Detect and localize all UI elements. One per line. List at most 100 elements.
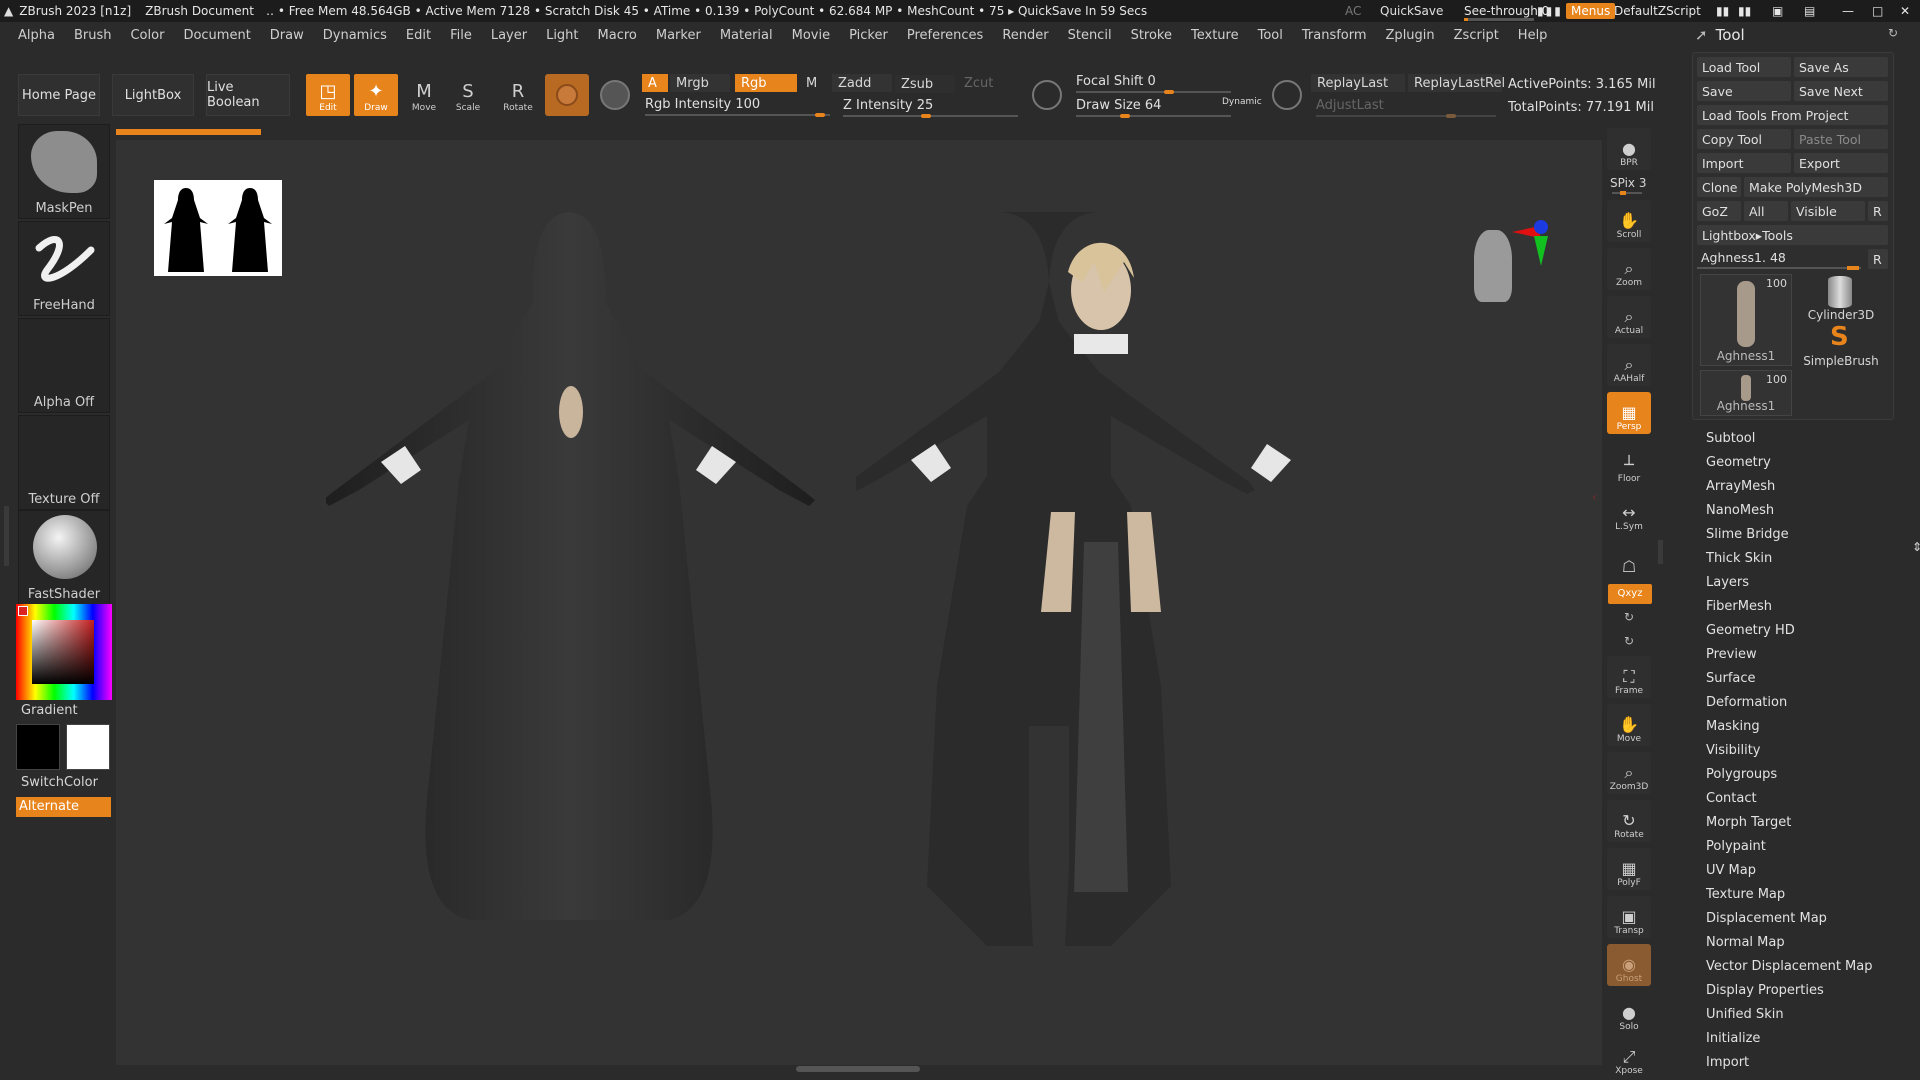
section-uv-map[interactable]: UV Map [1706,863,1756,878]
zoom3d-button[interactable]: ⌕ Zoom3D [1607,752,1651,794]
draw-mode-button[interactable]: ✦ Draw [354,74,398,116]
section-unified-skin[interactable]: Unified Skin [1706,1007,1784,1022]
section-polypaint[interactable]: Polypaint [1706,839,1766,854]
aahalf-button[interactable]: ⌕ AAHalf [1607,344,1651,386]
menu-draw[interactable]: Draw [270,28,304,43]
a-toggle[interactable]: A [642,74,668,92]
menu-stencil[interactable]: Stencil [1068,28,1112,43]
layout-switch2-icon[interactable]: ▮▮ [1738,4,1751,18]
mrgb-toggle[interactable]: Mrgb [670,74,730,92]
rotate-mode-button[interactable]: R Rotate [496,74,540,116]
section-slime-bridge[interactable]: Slime Bridge [1706,527,1789,542]
menu-light[interactable]: Light [546,28,578,43]
section-surface[interactable]: Surface [1706,671,1756,686]
lightbox-tools-button[interactable]: Lightbox▸Tools [1697,225,1888,245]
frame-button[interactable]: ⛶ Frame [1607,656,1651,698]
tool-thumb-cylinder3d[interactable]: Cylinder3D [1798,274,1884,322]
make-polymesh3d-button[interactable]: Make PolyMesh3D [1744,177,1888,197]
menu-texture[interactable]: Texture [1191,28,1239,43]
edit-mode-button[interactable]: ◳ Edit [306,74,350,116]
gradient-label[interactable]: Gradient [21,703,78,718]
material-swatch[interactable] [545,74,589,116]
spix-slider[interactable] [1612,191,1642,195]
save-as-button[interactable]: Save As [1794,57,1888,77]
maskpen-brush-slot[interactable]: MaskPen [18,124,110,219]
rgb-intensity-slider[interactable] [645,113,830,117]
draw-size-slider[interactable] [1076,114,1231,118]
right-tray-handle[interactable] [1658,540,1663,564]
current-tool-slider[interactable]: Aghness1. 48 [1697,249,1861,270]
section-import[interactable]: Import [1706,1055,1749,1070]
layout-switch-icon[interactable]: ▮▮ [1716,4,1729,18]
polyf-button[interactable]: ▦ PolyF [1607,848,1651,890]
switchcolor-label[interactable]: SwitchColor [21,775,98,790]
tool-thumb-aghness1-secondary[interactable]: 100 Aghness1 [1700,370,1792,416]
window-layout-icon[interactable]: ▣ [1772,4,1783,18]
texture-slot[interactable]: Texture Off [18,415,110,510]
move-view-button[interactable]: ✋ Move [1607,704,1651,746]
xpose-button[interactable]: ⤢ Xpose [1607,1036,1651,1078]
menu-color[interactable]: Color [130,28,164,43]
menu-material[interactable]: Material [720,28,773,43]
adjust-last-slider[interactable] [1316,114,1496,118]
rgb-toggle[interactable]: Rgb [735,74,797,92]
menu-alpha[interactable]: Alpha [18,28,55,43]
menu-document[interactable]: Document [183,28,250,43]
menu-zscript[interactable]: Zscript [1454,28,1499,43]
section-normal-map[interactable]: Normal Map [1706,935,1785,950]
menu-stroke[interactable]: Stroke [1131,28,1172,43]
zcut-toggle[interactable]: Zcut [958,74,1012,92]
spix-label[interactable]: SPix 3 [1610,176,1646,190]
floor-button[interactable]: ┴ Floor [1607,444,1651,486]
actual-button[interactable]: ⌕ Actual [1607,296,1651,338]
alpha-slot[interactable]: Alpha Off [18,318,110,413]
replay-last-rel-button[interactable]: ReplayLastRel [1408,74,1505,92]
menu-help[interactable]: Help [1518,28,1548,43]
goz-r-button[interactable]: R [1868,201,1888,221]
menu-layer[interactable]: Layer [491,28,527,43]
lsym-button[interactable]: ↔ L.Sym [1607,492,1651,534]
lock-button[interactable]: ☖ [1607,536,1651,578]
panel-refresh-icon[interactable]: ↻ [1888,26,1898,40]
bottom-tray-handle[interactable] [796,1066,920,1072]
default-zscript-button[interactable]: DefaultZScript [1614,4,1701,18]
section-morph-target[interactable]: Morph Target [1706,815,1791,830]
section-fibermesh[interactable]: FiberMesh [1706,599,1772,614]
orientation-gizmo[interactable] [1468,202,1548,312]
sculptris-pro-icon[interactable] [1032,80,1062,110]
menu-edit[interactable]: Edit [406,28,431,43]
minimize-icon[interactable]: — [1842,4,1854,18]
lightbox-button[interactable]: LightBox [112,74,194,116]
menus-button[interactable]: Menus [1566,3,1616,19]
layout-icon[interactable]: ▮▮▮ [1537,4,1563,18]
solo-button[interactable]: ● Solo [1607,992,1651,1034]
canvas-viewport[interactable]: ‹ [116,140,1602,1072]
menu-dynamics[interactable]: Dynamics [323,28,387,43]
menu-file[interactable]: File [450,28,472,43]
section-arraymesh[interactable]: ArrayMesh [1706,479,1775,494]
home-page-button[interactable]: Home Page [18,74,100,116]
left-tray-handle[interactable] [4,506,9,566]
zadd-toggle[interactable]: Zadd [832,74,892,92]
section-layers[interactable]: Layers [1706,575,1749,590]
menu-movie[interactable]: Movie [792,28,830,43]
menu-picker[interactable]: Picker [849,28,888,43]
menu-transform[interactable]: Transform [1302,28,1367,43]
transp-button[interactable]: ▣ Transp [1607,896,1651,938]
rotate-view-button[interactable]: ↻ Rotate [1607,800,1651,842]
scale-mode-button[interactable]: S Scale [446,74,490,116]
copy-tool-button[interactable]: Copy Tool [1697,129,1791,149]
lazy-mouse-icon[interactable] [1272,80,1302,110]
tool-thumb-simplebrush[interactable]: S SimpleBrush [1798,322,1884,368]
section-masking[interactable]: Masking [1706,719,1760,734]
zsub-toggle[interactable]: Zsub [895,75,955,93]
rotate-z-icon[interactable]: ↻ [1624,634,1634,648]
import-button[interactable]: Import [1697,153,1791,173]
brush-stroke-icon[interactable] [600,80,630,110]
menu-marker[interactable]: Marker [656,28,701,43]
secondary-color-swatch[interactable] [66,724,110,770]
section-deformation[interactable]: Deformation [1706,695,1787,710]
section-geometry[interactable]: Geometry [1706,455,1771,470]
current-tool-r-button[interactable]: R [1868,249,1888,269]
color-picker[interactable] [16,604,112,700]
